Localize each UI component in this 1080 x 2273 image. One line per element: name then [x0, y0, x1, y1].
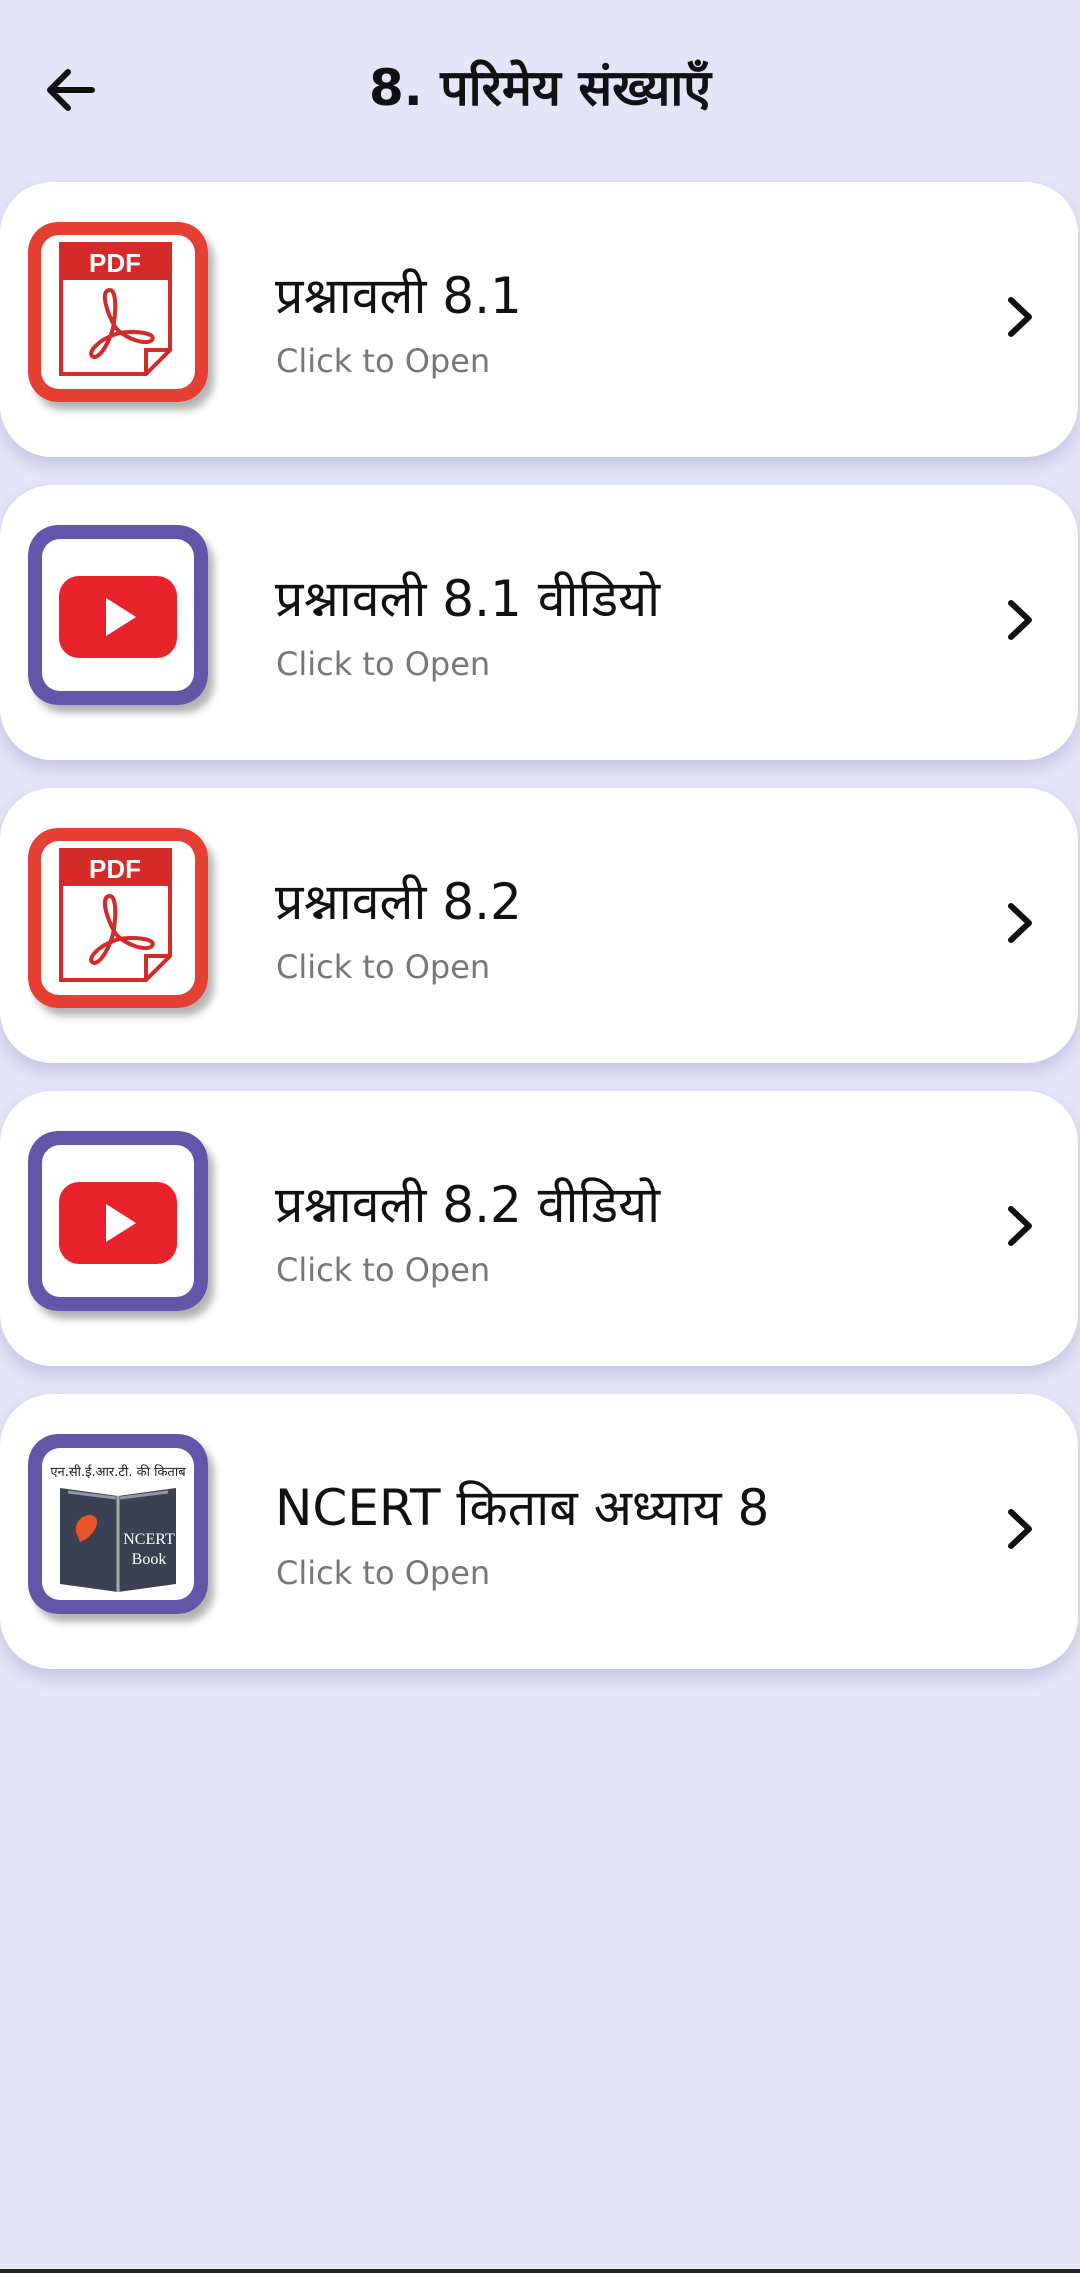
- youtube-video-icon: [28, 1131, 208, 1311]
- book-caption: एन.सी.ई.आर.टी. की किताब: [50, 1464, 186, 1480]
- pdf-label: PDF: [89, 854, 141, 884]
- item-subtitle: Click to Open: [276, 948, 491, 986]
- item-subtitle: Click to Open: [276, 1554, 491, 1592]
- chevron-right-icon: [1008, 297, 1032, 337]
- list-item-ncert-book-chapter-8[interactable]: एन.सी.ई.आर.टी. की किताब NCERT Book NCERT…: [0, 1394, 1078, 1669]
- item-subtitle: Click to Open: [276, 645, 491, 683]
- chevron-right-icon: [1008, 1509, 1032, 1549]
- item-subtitle: Click to Open: [276, 1251, 491, 1289]
- pdf-icon: PDF: [28, 222, 208, 402]
- item-title: प्रश्नावली 8.1: [275, 267, 522, 325]
- book-title-line2: Book: [132, 1551, 167, 1568]
- book-title-line1: NCERT: [123, 1531, 175, 1548]
- pdf-icon: PDF: [28, 828, 208, 1008]
- chevron-right-icon: [1008, 1206, 1032, 1246]
- list-item-exercise-8-2-pdf[interactable]: PDF प्रश्नावली 8.2 Click to Open: [0, 788, 1078, 1063]
- item-title: प्रश्नावली 8.2: [275, 873, 522, 931]
- app-bar: 8. परिमेय संख्याएँ: [0, 0, 1080, 175]
- item-title: NCERT किताब अध्याय 8: [275, 1479, 770, 1537]
- list-item-exercise-8-2-video[interactable]: प्रश्नावली 8.2 वीडियो Click to Open: [0, 1091, 1078, 1366]
- bottom-divider: [0, 2269, 1080, 2273]
- list-item-exercise-8-1-video[interactable]: प्रश्नावली 8.1 वीडियो Click to Open: [0, 485, 1078, 760]
- page-title: 8. परिमेय संख्याएँ: [369, 59, 711, 117]
- chevron-right-icon: [1008, 600, 1032, 640]
- item-subtitle: Click to Open: [276, 342, 491, 380]
- pdf-label: PDF: [89, 248, 141, 278]
- ncert-book-icon: एन.सी.ई.आर.टी. की किताब NCERT Book: [28, 1434, 208, 1614]
- list-item-exercise-8-1-pdf[interactable]: PDF प्रश्नावली 8.1 Click to Open: [0, 182, 1078, 457]
- youtube-video-icon: [28, 525, 208, 705]
- chevron-right-icon: [1008, 903, 1032, 943]
- item-title: प्रश्नावली 8.2 वीडियो: [275, 1176, 661, 1234]
- item-title: प्रश्नावली 8.1 वीडियो: [275, 570, 661, 628]
